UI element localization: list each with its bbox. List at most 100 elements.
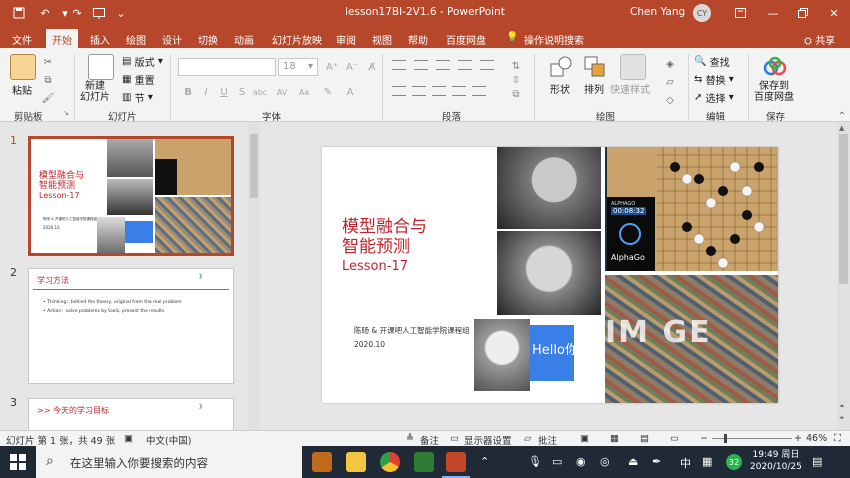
tab-review[interactable]: 审阅: [330, 29, 362, 48]
quick-styles-button[interactable]: 快速样式: [610, 81, 650, 96]
font-name-combobox[interactable]: [178, 58, 276, 76]
minimize-icon[interactable]: —: [763, 3, 783, 23]
reset-button[interactable]: ▦ 重置: [122, 72, 155, 87]
clear-formatting-icon[interactable]: A̸: [364, 59, 380, 75]
baidu-cloud-icon[interactable]: [762, 54, 788, 80]
arrange-icon[interactable]: [582, 54, 608, 80]
tab-design[interactable]: 设计: [156, 29, 188, 48]
align-center-icon[interactable]: [412, 86, 426, 96]
network-icon[interactable]: ▭: [552, 455, 562, 468]
pycharm-icon[interactable]: [414, 452, 434, 472]
align-left-icon[interactable]: [392, 86, 406, 96]
powerpoint-icon[interactable]: [446, 452, 466, 472]
slide-title[interactable]: 模型融合与 智能预测: [342, 217, 452, 257]
tell-me-search[interactable]: 操作说明搜索: [518, 29, 590, 48]
language-indicator[interactable]: 中文(中国): [146, 433, 191, 447]
scroll-up-icon[interactable]: ▲: [839, 124, 844, 132]
restore-icon[interactable]: [793, 3, 813, 23]
taskbar-search-input[interactable]: ⌕ 在这里输入你要搜索的内容: [36, 446, 302, 478]
shape-outline-icon[interactable]: ▱: [662, 74, 678, 90]
pen-icon[interactable]: ✒: [652, 455, 661, 468]
increase-font-icon[interactable]: A⁺: [324, 59, 340, 75]
line-spacing-icon[interactable]: [480, 60, 494, 70]
quick-styles-icon[interactable]: [620, 54, 646, 80]
bullets-icon[interactable]: [392, 60, 406, 70]
microphone-icon[interactable]: 🎙: [528, 455, 542, 468]
shapes-icon[interactable]: [548, 54, 574, 80]
italic-icon[interactable]: I: [198, 84, 214, 100]
new-slide-button[interactable]: 新建 幻灯片: [80, 81, 120, 103]
layout-button[interactable]: ▤ 版式 ▾: [122, 54, 163, 69]
zoom-level[interactable]: 46%: [806, 433, 827, 444]
justify-icon[interactable]: [452, 86, 466, 96]
format-painter-icon[interactable]: 🖌: [40, 90, 56, 106]
slide-author[interactable]: 陈旸 & 开课吧人工智能学院课程组: [354, 325, 470, 336]
shape-fill-icon[interactable]: ◈: [662, 56, 678, 72]
slide-sorter-icon[interactable]: ▦: [610, 433, 619, 444]
portrait-photo-von-neumann[interactable]: [497, 231, 601, 315]
tab-transitions[interactable]: 切换: [192, 29, 224, 48]
image-mosaic[interactable]: IM GE: [605, 275, 778, 403]
comments-button[interactable]: 批注: [538, 433, 557, 447]
save-to-baidu-button[interactable]: 保存到 百度网盘: [754, 81, 798, 103]
bold-icon[interactable]: B: [180, 84, 196, 100]
editor-scrollbar[interactable]: ▲ ⏶ ⏷: [837, 122, 850, 430]
smartart-icon[interactable]: ⧉: [508, 86, 524, 102]
slide-canvas[interactable]: 模型融合与 智能预测 Lesson-17 陈旸 & 开课吧人工智能学院课程组 2…: [322, 147, 778, 403]
zoom-slider-thumb[interactable]: [724, 434, 727, 443]
statue-photo[interactable]: [474, 319, 530, 391]
zoom-in-icon[interactable]: +: [794, 433, 802, 444]
slide-thumbnail-2[interactable]: 学习方法 ⟫ • Thinking：behind the theory, ori…: [28, 268, 234, 384]
file-explorer-icon[interactable]: [346, 452, 366, 472]
copy-icon[interactable]: ⧉: [40, 72, 56, 88]
notes-button[interactable]: 备注: [420, 433, 439, 447]
paste-icon[interactable]: [10, 54, 36, 80]
paste-button[interactable]: 粘贴: [12, 82, 32, 97]
tab-baidu-netdisk[interactable]: 百度网盘: [440, 29, 492, 48]
ime-grid-icon[interactable]: ▦: [702, 455, 712, 468]
strikethrough-icon[interactable]: abc: [252, 84, 268, 100]
windows-start-icon[interactable]: [10, 454, 26, 473]
chrome-icon[interactable]: [380, 452, 400, 472]
increase-indent-icon[interactable]: [458, 60, 472, 70]
align-right-icon[interactable]: [432, 86, 446, 96]
slide-date[interactable]: 2020.10: [354, 340, 385, 349]
shadow-icon[interactable]: S: [234, 84, 250, 100]
thumbnail-scrollbar[interactable]: [248, 122, 260, 430]
close-icon[interactable]: ✕: [824, 3, 844, 23]
tab-insert[interactable]: 插入: [84, 29, 116, 48]
avatar[interactable]: CY: [693, 4, 711, 22]
action-center-icon[interactable]: ▤: [812, 455, 822, 468]
tab-home[interactable]: 开始: [46, 29, 78, 48]
display-settings-icon[interactable]: ▭: [450, 433, 459, 444]
slide-subtitle[interactable]: Lesson-17: [342, 259, 408, 274]
tab-help[interactable]: 帮助: [402, 29, 434, 48]
tab-view[interactable]: 视图: [366, 29, 398, 48]
share-button[interactable]: ⛭ 共享: [798, 29, 841, 48]
scrollbar-thumb[interactable]: [250, 134, 258, 198]
ribbon-display-options-icon[interactable]: [730, 3, 750, 23]
user-name[interactable]: Chen Yang: [630, 6, 685, 18]
select-button[interactable]: ➚ 选择 ▾: [694, 90, 734, 105]
section-button[interactable]: ▥ 节 ▾: [122, 90, 153, 105]
portrait-photo-turing[interactable]: [497, 147, 601, 229]
arrange-button[interactable]: 排列: [584, 81, 604, 96]
cut-icon[interactable]: ✂: [40, 54, 56, 70]
comments-icon[interactable]: ▱: [524, 433, 531, 444]
columns-icon[interactable]: [472, 86, 486, 96]
sublime-text-icon[interactable]: [312, 452, 332, 472]
font-color-icon[interactable]: A: [342, 84, 358, 100]
wechat-icon[interactable]: ◎: [600, 455, 610, 468]
font-size-combobox[interactable]: 18 ▾: [278, 58, 318, 76]
find-button[interactable]: 🔍 查找: [694, 54, 730, 69]
shapes-button[interactable]: 形状: [550, 81, 570, 96]
notification-badge[interactable]: 32: [726, 454, 742, 470]
scrollbar-thumb[interactable]: [839, 134, 848, 284]
slideshow-view-icon[interactable]: ▭: [670, 433, 679, 444]
highlight-icon[interactable]: ✎: [320, 84, 336, 100]
app-tray-icon[interactable]: ◉: [576, 455, 586, 468]
notes-icon[interactable]: ≜: [406, 433, 414, 444]
tab-slideshow[interactable]: 幻灯片放映: [266, 29, 328, 48]
replace-button[interactable]: ⇆ 替换 ▾: [694, 72, 734, 87]
fit-slide-icon[interactable]: ⛶: [834, 433, 841, 444]
